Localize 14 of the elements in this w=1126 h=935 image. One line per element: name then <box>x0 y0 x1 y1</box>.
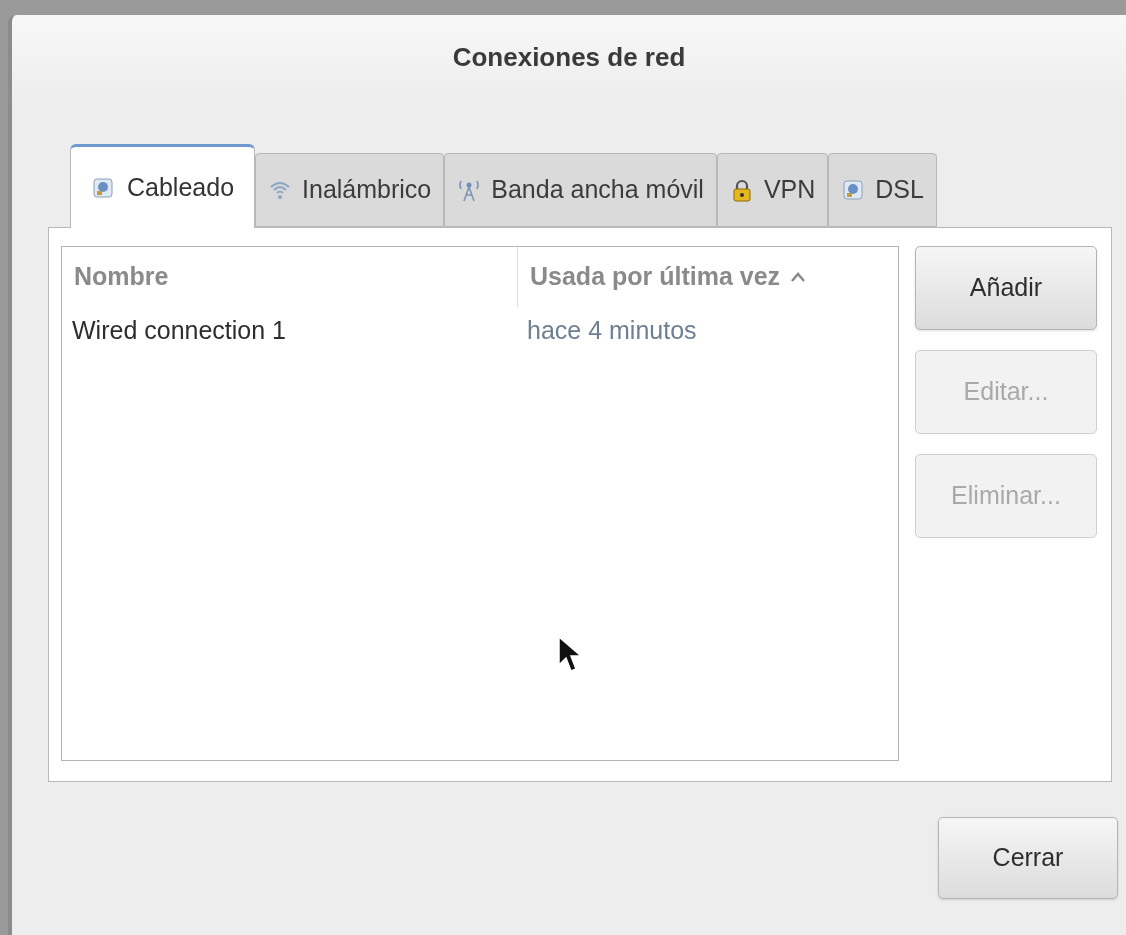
tab[interactable]: Cableado <box>70 144 256 228</box>
tab[interactable]: Banda ancha móvil <box>444 153 717 227</box>
table-cell-text: Wired connection 1 <box>71 315 287 347</box>
close-button[interactable]: Cerrar <box>938 817 1118 899</box>
tab[interactable]: VPN <box>716 153 829 227</box>
table-cell-text: hace 4 minutos <box>526 315 698 347</box>
tab[interactable]: DSL <box>828 153 937 227</box>
antenna-icon <box>457 178 482 202</box>
plug-icon <box>91 175 115 200</box>
sort-ascending-icon <box>790 271 807 283</box>
window-title: Conexiones de red <box>452 41 686 74</box>
tab[interactable]: Inalámbrico <box>255 153 445 227</box>
action-button[interactable]: Añadir <box>915 246 1097 330</box>
plug-icon <box>841 178 866 202</box>
